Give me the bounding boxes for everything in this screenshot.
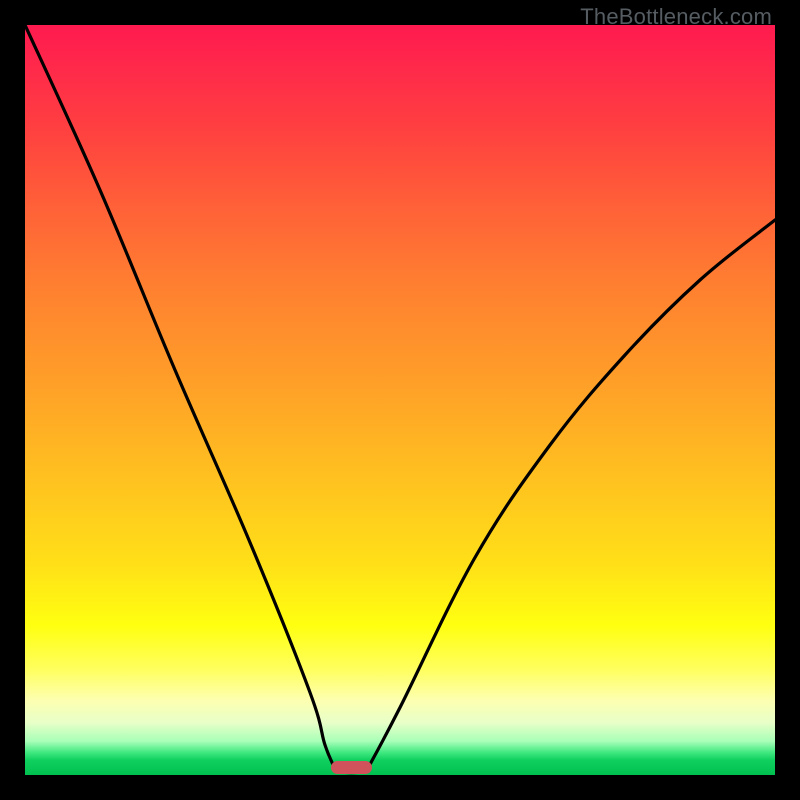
- minimum-marker: [331, 761, 372, 775]
- watermark-text: TheBottleneck.com: [580, 4, 772, 30]
- bottleneck-curve: [25, 25, 775, 775]
- plot-area: [25, 25, 775, 775]
- curve-path: [25, 25, 775, 773]
- chart-frame: TheBottleneck.com: [0, 0, 800, 800]
